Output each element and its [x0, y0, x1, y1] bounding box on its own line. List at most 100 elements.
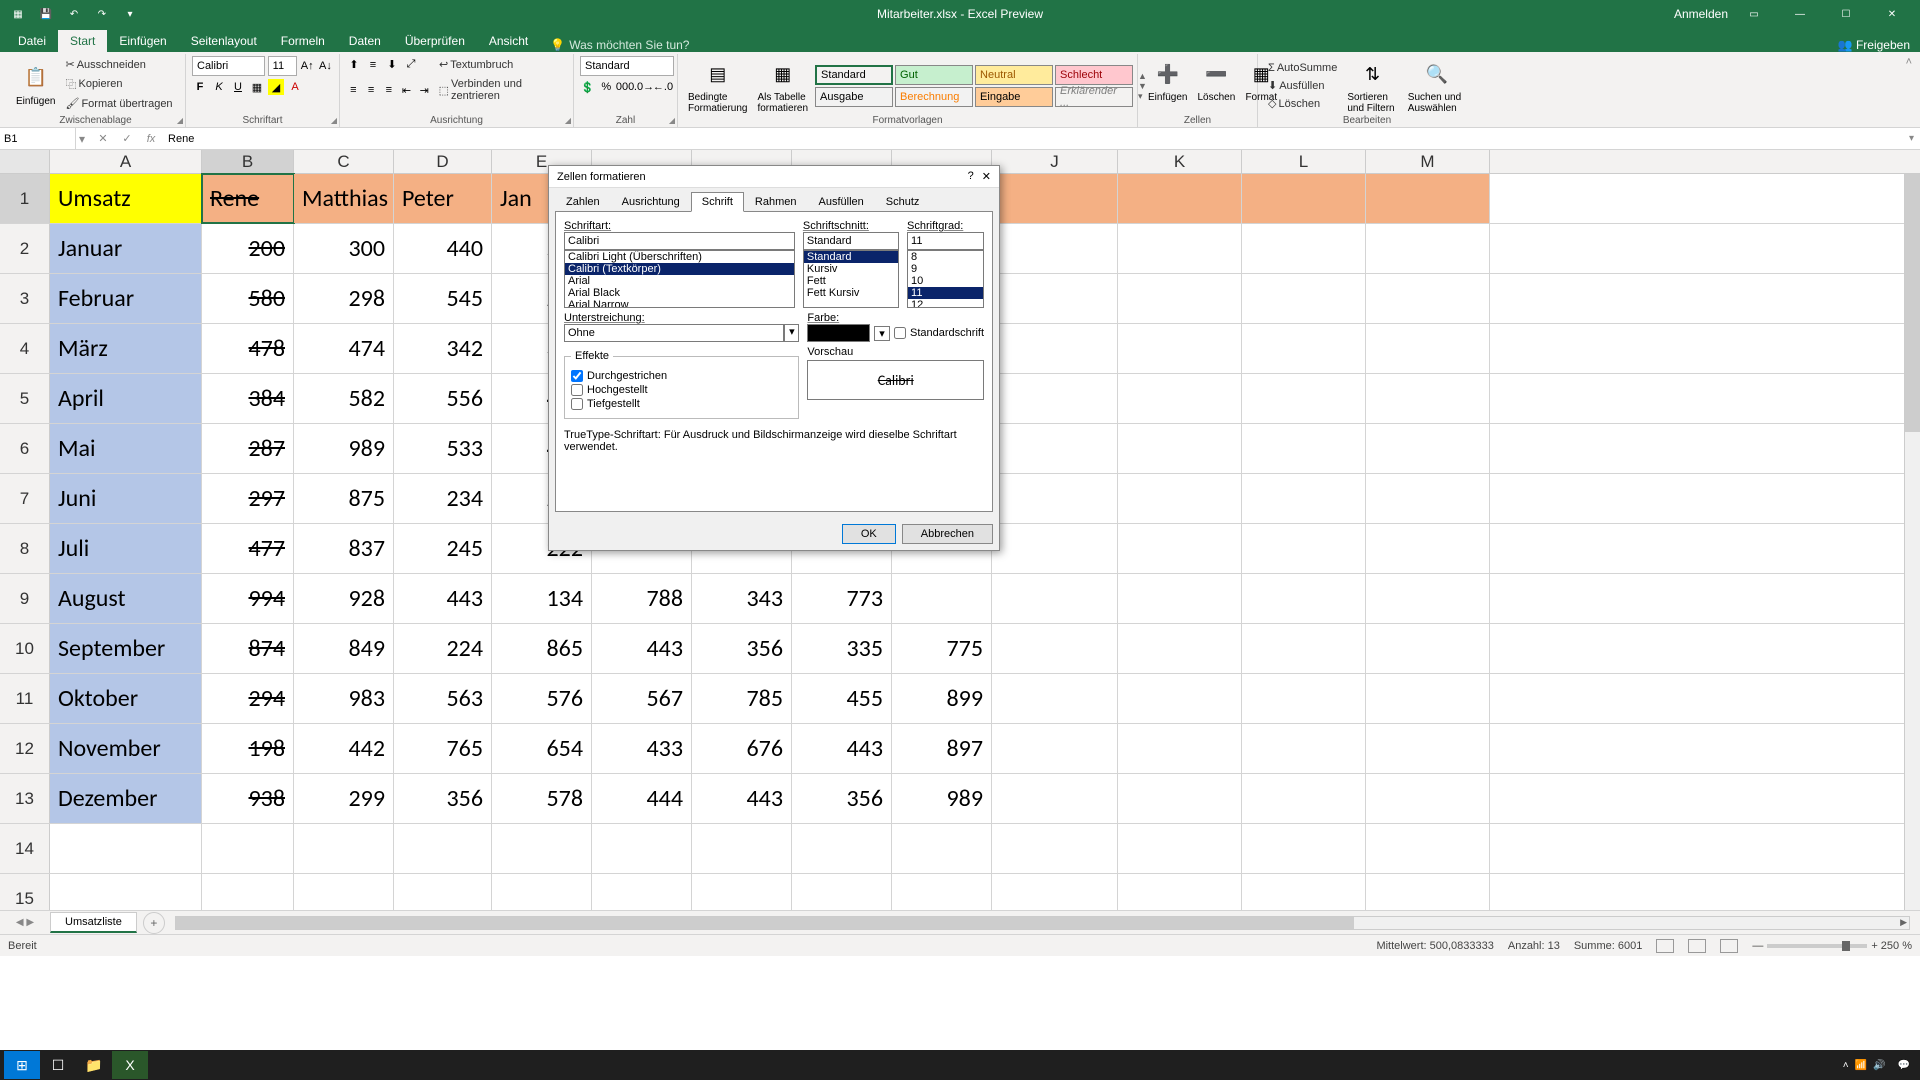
- style-list[interactable]: Standard Kursiv Fett Fett Kursiv: [803, 250, 899, 308]
- ribbon-display-icon[interactable]: ▭: [1734, 0, 1774, 28]
- tray-network-icon[interactable]: 📶: [1855, 1060, 1867, 1071]
- cell[interactable]: Umsatz: [50, 174, 202, 223]
- delete-cells-button[interactable]: ➖Löschen: [1193, 56, 1239, 105]
- cell[interactable]: [1118, 174, 1242, 223]
- cell[interactable]: 938: [202, 774, 294, 823]
- dlg-tab-ausrichtung[interactable]: Ausrichtung: [611, 192, 691, 212]
- cell[interactable]: 899: [892, 674, 992, 723]
- cell[interactable]: [992, 524, 1118, 573]
- cell[interactable]: [1118, 274, 1242, 323]
- close-icon[interactable]: ✕: [1872, 0, 1912, 28]
- col-M[interactable]: M: [1366, 150, 1490, 173]
- view-break-icon[interactable]: [1720, 939, 1738, 953]
- cell[interactable]: [692, 824, 792, 873]
- cell[interactable]: 989: [892, 774, 992, 823]
- dlg-tab-schrift[interactable]: Schrift: [691, 192, 744, 212]
- cell[interactable]: [1118, 424, 1242, 473]
- cell[interactable]: Juli: [50, 524, 202, 573]
- dlg-tab-zahlen[interactable]: Zahlen: [555, 192, 611, 212]
- cell[interactable]: 356: [394, 774, 492, 823]
- currency-icon[interactable]: 💲: [580, 79, 596, 95]
- cell[interactable]: [1366, 324, 1490, 373]
- cell[interactable]: [492, 824, 592, 873]
- cell[interactable]: 989: [294, 424, 394, 473]
- standard-font-check[interactable]: Standardschrift: [894, 327, 984, 339]
- style-neutral[interactable]: Neutral: [975, 65, 1053, 85]
- cell[interactable]: Peter: [394, 174, 492, 223]
- row-header[interactable]: 1: [0, 174, 50, 223]
- cell[interactable]: 299: [294, 774, 394, 823]
- cell[interactable]: [992, 724, 1118, 773]
- cell[interactable]: Januar: [50, 224, 202, 273]
- cell[interactable]: [1366, 174, 1490, 223]
- select-all-corner[interactable]: [0, 150, 50, 173]
- row-header[interactable]: 9: [0, 574, 50, 623]
- cell[interactable]: April: [50, 374, 202, 423]
- col-B[interactable]: B: [202, 150, 294, 173]
- cell[interactable]: Rene: [202, 174, 294, 223]
- cell[interactable]: [1118, 374, 1242, 423]
- cell[interactable]: [692, 874, 792, 910]
- row-header[interactable]: 7: [0, 474, 50, 523]
- cell[interactable]: [1242, 524, 1366, 573]
- cell[interactable]: [1366, 374, 1490, 423]
- sheet-nav[interactable]: ◀ ▶: [0, 917, 50, 928]
- fill-color-icon[interactable]: ◢: [268, 79, 284, 95]
- cell[interactable]: [792, 824, 892, 873]
- tab-ueberpruefen[interactable]: Überprüfen: [393, 30, 477, 52]
- cell[interactable]: [1118, 674, 1242, 723]
- cell[interactable]: 245: [394, 524, 492, 573]
- col-K[interactable]: K: [1118, 150, 1242, 173]
- row-header[interactable]: 13: [0, 774, 50, 823]
- cell[interactable]: [1118, 724, 1242, 773]
- row-header[interactable]: 4: [0, 324, 50, 373]
- cell[interactable]: 433: [592, 724, 692, 773]
- indent-inc-icon[interactable]: ⇥: [417, 82, 432, 98]
- cell[interactable]: [992, 324, 1118, 373]
- cell[interactable]: 533: [394, 424, 492, 473]
- sheet-tab[interactable]: Umsatzliste: [50, 912, 137, 933]
- font-size-combo[interactable]: 11: [268, 56, 297, 76]
- zoom-control[interactable]: — + 250 %: [1752, 940, 1912, 952]
- cell[interactable]: 785: [692, 674, 792, 723]
- cell[interactable]: Matthias: [294, 174, 394, 223]
- row-header[interactable]: 2: [0, 224, 50, 273]
- cell[interactable]: 563: [394, 674, 492, 723]
- underline-combo[interactable]: [564, 324, 784, 342]
- cell[interactable]: [992, 174, 1118, 223]
- cell[interactable]: [992, 274, 1118, 323]
- merge-button[interactable]: ⬚ Verbinden und zentrieren: [435, 76, 567, 104]
- grow-font-icon[interactable]: A↑: [300, 58, 315, 74]
- sort-filter-button[interactable]: ⇅Sortieren und Filtern: [1343, 56, 1401, 116]
- cell[interactable]: [1118, 774, 1242, 823]
- maximize-icon[interactable]: ☐: [1826, 0, 1866, 28]
- cell[interactable]: [1242, 724, 1366, 773]
- cell[interactable]: [1118, 624, 1242, 673]
- cell[interactable]: 455: [792, 674, 892, 723]
- cell[interactable]: [1242, 674, 1366, 723]
- vertical-scrollbar[interactable]: [1904, 174, 1920, 910]
- size-input[interactable]: [907, 232, 984, 250]
- cell[interactable]: 440: [394, 224, 492, 273]
- comma-icon[interactable]: 000: [617, 79, 633, 95]
- font-name-combo[interactable]: Calibri: [192, 56, 265, 76]
- cell[interactable]: 287: [202, 424, 294, 473]
- align-top-icon[interactable]: ⬆: [346, 57, 362, 73]
- style-schlecht[interactable]: Schlecht: [1055, 65, 1133, 85]
- view-normal-icon[interactable]: [1656, 939, 1674, 953]
- enter-formula-icon[interactable]: ✓: [118, 130, 136, 148]
- cell[interactable]: 356: [692, 624, 792, 673]
- inc-decimal-icon[interactable]: .0→: [636, 79, 652, 95]
- fill-button[interactable]: ⬇ Ausfüllen: [1264, 77, 1341, 94]
- cell[interactable]: 545: [394, 274, 492, 323]
- cell[interactable]: 234: [394, 474, 492, 523]
- strikethrough-check[interactable]: Durchgestrichen: [571, 370, 792, 382]
- cell[interactable]: 788: [592, 574, 692, 623]
- number-launcher-icon[interactable]: ◢: [669, 116, 675, 125]
- cell[interactable]: [992, 774, 1118, 823]
- cell[interactable]: Juni: [50, 474, 202, 523]
- style-gut[interactable]: Gut: [895, 65, 973, 85]
- name-box[interactable]: B1: [0, 128, 76, 149]
- cell[interactable]: [1242, 624, 1366, 673]
- cut-button[interactable]: ✂ Ausschneiden: [61, 56, 176, 73]
